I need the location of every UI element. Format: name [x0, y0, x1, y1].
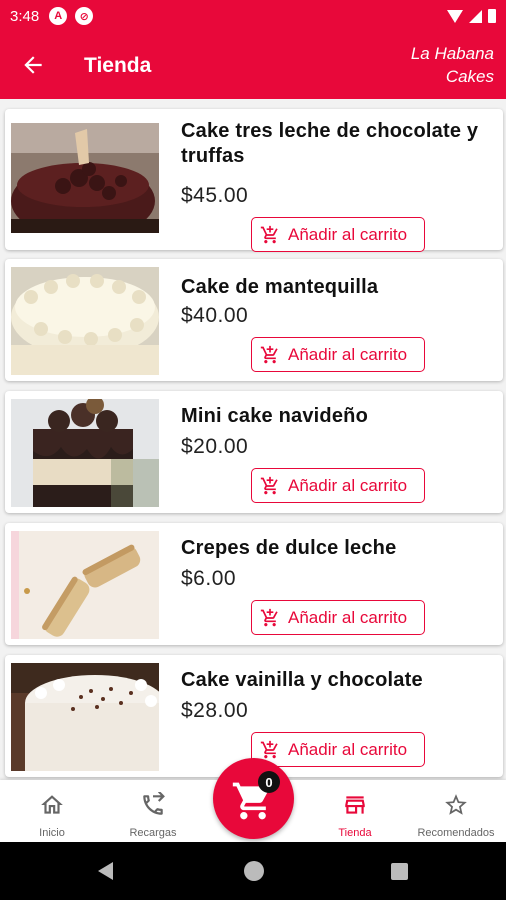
app-bar: Tienda La Habana Cakes: [0, 32, 506, 99]
nav-item-inicio[interactable]: Inicio: [2, 780, 102, 842]
product-name: Mini cake navideño: [181, 405, 368, 427]
back-arrow-icon[interactable]: [20, 52, 46, 78]
product-name: Cake tres leche de chocolate y truffas: [181, 120, 479, 167]
product-card[interactable]: Cake de mantequilla $40.00 Añadir al car…: [5, 259, 503, 381]
signal-icon: [469, 9, 482, 23]
add-to-cart-button[interactable]: Añadir al carrito: [251, 600, 425, 635]
add-cart-icon: [260, 476, 278, 494]
nav-item-tienda[interactable]: Tienda: [305, 780, 405, 842]
nav-item-recomendados[interactable]: Recomendados: [406, 780, 506, 842]
add-to-cart-label: Añadir al carrito: [288, 224, 408, 244]
system-recents-icon[interactable]: [391, 863, 408, 880]
add-to-cart-button[interactable]: Añadir al carrito: [251, 337, 425, 372]
cart-button[interactable]: 0: [213, 758, 294, 839]
product-list[interactable]: Cake tres leche de chocolate y truffas $…: [0, 99, 506, 780]
product-price: $45.00: [181, 184, 249, 207]
product-image: [11, 267, 159, 375]
status-bar: 3:48 A ⊘: [0, 0, 506, 32]
product-price: $28.00: [181, 699, 249, 722]
add-to-cart-label: Añadir al carrito: [288, 344, 408, 364]
product-price: $6.00: [181, 567, 237, 590]
system-back-icon[interactable]: [98, 862, 113, 880]
nav-item-recargas[interactable]: Recargas: [103, 780, 203, 842]
product-image: [11, 123, 159, 233]
product-price: $40.00: [181, 304, 249, 327]
phone-transfer-icon: [143, 792, 165, 815]
nav-label: Tienda: [338, 827, 372, 839]
home-icon: [41, 795, 63, 814]
product-card[interactable]: Crepes de dulce leche $6.00 Añadir al ca…: [5, 523, 503, 645]
wifi-icon: [447, 9, 463, 23]
add-to-cart-label: Añadir al carrito: [288, 475, 408, 495]
battery-icon: [488, 9, 496, 23]
add-to-cart-button[interactable]: Añadir al carrito: [251, 468, 425, 503]
add-to-cart-label: Añadir al carrito: [288, 607, 408, 627]
notification-blocked-icon: ⊘: [75, 7, 94, 25]
product-image: [11, 399, 159, 507]
nav-label: Recargas: [129, 827, 177, 839]
star-icon: [445, 794, 467, 815]
status-time: 3:48: [10, 7, 40, 25]
nav-label: Inicio: [39, 827, 65, 839]
product-card[interactable]: Mini cake navideño $20.00 Añadir al carr…: [5, 391, 503, 513]
add-cart-icon: [260, 608, 278, 626]
add-cart-icon: [260, 345, 278, 363]
add-cart-icon: [260, 740, 278, 758]
add-cart-icon: [260, 225, 278, 243]
add-to-cart-button[interactable]: Añadir al carrito: [251, 732, 425, 767]
product-image: [11, 531, 159, 639]
add-to-cart-button[interactable]: Añadir al carrito: [251, 217, 425, 252]
page-title: Tienda: [84, 54, 152, 77]
cart-count-badge: 0: [258, 771, 280, 793]
notification-app-icon: A: [49, 7, 68, 25]
brand-line-1: La Habana: [410, 44, 494, 63]
system-nav-bar: [0, 842, 506, 900]
product-name: Crepes de dulce leche: [181, 537, 397, 559]
add-to-cart-label: Añadir al carrito: [288, 739, 408, 759]
product-card[interactable]: Cake tres leche de chocolate y truffas $…: [5, 109, 503, 252]
nav-label: Recomendados: [417, 827, 495, 839]
product-price: $20.00: [181, 435, 249, 458]
system-home-icon[interactable]: [244, 861, 264, 881]
product-name: Cake vainilla y chocolate: [181, 669, 423, 691]
brand-line-2: Cakes: [445, 67, 494, 86]
product-name: Cake de mantequilla: [181, 276, 379, 298]
store-icon: [345, 796, 365, 814]
product-image: [11, 663, 159, 771]
brand-name: La Habana Cakes: [411, 42, 494, 88]
